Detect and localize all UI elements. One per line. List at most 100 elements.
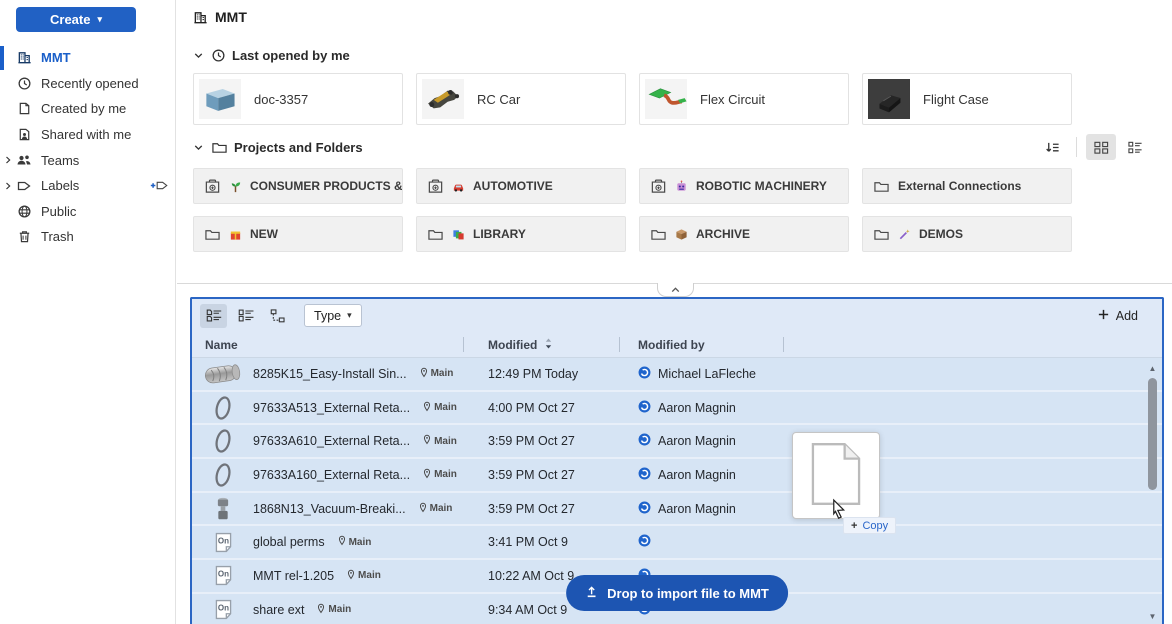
branch-label: Main <box>358 570 381 581</box>
chevron-down-icon[interactable] <box>192 141 205 154</box>
add-label-button[interactable] <box>149 179 169 192</box>
sort-arrows-icon[interactable] <box>544 337 553 353</box>
recent-doc-card[interactable]: doc-3357 <box>193 73 403 125</box>
doc-card-name: RC Car <box>477 92 520 107</box>
branch-label: Main <box>431 368 454 379</box>
sidebar-item-created-by-me[interactable]: Created by me <box>0 96 175 122</box>
grid-view-button[interactable] <box>1086 134 1116 160</box>
globe-icon <box>15 204 33 219</box>
onshape-doc-thumbnail: On <box>202 532 244 553</box>
sidebar-item-mmt[interactable]: MMT <box>0 45 175 71</box>
folder-card-external-connections[interactable]: External Connections <box>862 168 1072 204</box>
scroll-down-arrow[interactable]: ▼ <box>1146 611 1159 623</box>
doc-list-view-button[interactable] <box>200 304 227 328</box>
folder-card-name: ARCHIVE <box>696 227 750 241</box>
folder-card-name: DEMOS <box>919 227 963 241</box>
trash-icon <box>15 229 33 244</box>
list-view-button[interactable] <box>1120 134 1150 160</box>
modified-by-cell: Aaron Magnin <box>620 392 784 424</box>
svg-text:On: On <box>217 536 228 545</box>
gift-icon <box>229 228 242 241</box>
modified-by-cell: Michael LaFleche <box>620 358 784 390</box>
branch-label: Main <box>434 436 457 447</box>
coupling-thumbnail <box>202 360 244 388</box>
detail-list-view-button[interactable] <box>232 304 259 328</box>
upload-icon <box>585 585 598 601</box>
modified-cell: 3:59 PM Oct 27 <box>464 425 620 457</box>
main-content: MMT Last opened by me doc-3357 RC Car Fl… <box>177 0 1172 624</box>
folder-card-name: LIBRARY <box>473 227 526 241</box>
folder-card-archive[interactable]: ARCHIVE <box>639 216 849 252</box>
column-header-modified-by[interactable]: Modified by <box>620 337 784 352</box>
table-row[interactable]: 97633A610_External Reta... Main 3:59 PM … <box>192 425 1162 459</box>
column-header-name[interactable]: Name <box>192 337 464 352</box>
project-icon <box>427 178 444 195</box>
collapse-panel-button[interactable] <box>657 283 694 297</box>
table-row[interactable]: On global perms Main 3:41 PM Oct 9 <box>192 526 1162 560</box>
folder-icon <box>211 140 228 155</box>
chevron-down-icon[interactable] <box>192 49 205 62</box>
retaining-ring-thumbnail <box>202 394 244 422</box>
table-scrollbar[interactable]: ▲ ▼ <box>1146 361 1159 624</box>
sidebar-item-shared-with-me[interactable]: Shared with me <box>0 122 175 148</box>
view-controls <box>1037 134 1150 160</box>
seedling-icon <box>229 180 242 193</box>
sidebar: Create ▾ MMT Recently opened Created by … <box>0 0 176 624</box>
sidebar-item-labels[interactable]: Labels <box>0 173 175 199</box>
chevron-right-icon[interactable] <box>2 154 14 166</box>
location-pin-icon <box>419 502 427 516</box>
table-row[interactable]: 1868N13_Vacuum-Breaki... Main 3:59 PM Oc… <box>192 493 1162 527</box>
folder-card-demos[interactable]: DEMOS <box>862 216 1072 252</box>
type-filter-dropdown[interactable]: Type ▾ <box>304 304 362 327</box>
document-table-panel: Type ▾ Add Name Modified Modifie <box>190 297 1164 624</box>
modified-by-cell: Aaron Magnin <box>620 493 784 525</box>
project-card-consumer-products-re[interactable]: CONSUMER PRODUCTS & RE... <box>193 168 403 204</box>
sort-button[interactable] <box>1037 134 1067 160</box>
document-name: global perms <box>253 535 325 549</box>
project-card-robotic-machinery[interactable]: ROBOTIC MACHINERY <box>639 168 849 204</box>
recent-docs-grid: doc-3357 RC Car Flex Circuit Flight Case <box>193 73 1072 125</box>
projects-section-header[interactable]: Projects and Folders <box>192 137 363 157</box>
scroll-up-arrow[interactable]: ▲ <box>1146 363 1159 375</box>
tree-view-button[interactable] <box>264 304 291 328</box>
scrollbar-thumb[interactable] <box>1148 378 1157 490</box>
add-button[interactable]: Add <box>1097 308 1138 324</box>
building-icon <box>15 50 33 65</box>
sidebar-item-trash[interactable]: Trash <box>0 224 175 250</box>
folder-card-library[interactable]: LIBRARY <box>416 216 626 252</box>
flight-case-thumbnail <box>868 79 910 119</box>
folder-card-new[interactable]: NEW <box>193 216 403 252</box>
flex-circuit-thumbnail <box>645 79 687 119</box>
table-row[interactable]: 8285K15_Easy-Install Sin... Main 12:49 P… <box>192 358 1162 392</box>
doc-card-name: Flex Circuit <box>700 92 765 107</box>
branch-label: Main <box>430 503 453 514</box>
sidebar-nav: MMT Recently opened Created by me Shared… <box>0 45 175 250</box>
user-name: Aaron Magnin <box>658 401 736 415</box>
location-pin-icon <box>423 434 431 448</box>
recent-section-header[interactable]: Last opened by me <box>192 45 350 65</box>
avatar-icon <box>638 467 651 483</box>
folder-card-name: External Connections <box>898 179 1021 193</box>
modified-cell: 4:00 PM Oct 27 <box>464 392 620 424</box>
column-header-modified[interactable]: Modified <box>464 337 620 352</box>
onshape-doc-thumbnail: On <box>202 599 244 620</box>
branch-label: Main <box>349 537 372 548</box>
building-icon <box>193 10 208 25</box>
sidebar-item-public[interactable]: Public <box>0 199 175 225</box>
chevron-right-icon[interactable] <box>2 180 14 192</box>
recent-doc-card[interactable]: RC Car <box>416 73 626 125</box>
create-button[interactable]: Create ▾ <box>16 7 136 32</box>
copy-label: Copy <box>862 520 888 532</box>
sidebar-item-recently-opened[interactable]: Recently opened <box>0 71 175 97</box>
project-card-automotive[interactable]: AUTOMOTIVE <box>416 168 626 204</box>
package-icon <box>675 228 688 241</box>
document-name: 97633A610_External Reta... <box>253 434 410 448</box>
table-row[interactable]: 97633A513_External Reta... Main 4:00 PM … <box>192 392 1162 426</box>
table-row[interactable]: 97633A160_External Reta... Main 3:59 PM … <box>192 459 1162 493</box>
drop-import-button[interactable]: Drop to import file to MMT <box>566 575 788 611</box>
sidebar-item-teams[interactable]: Teams <box>0 147 175 173</box>
recent-doc-card[interactable]: Flex Circuit <box>639 73 849 125</box>
create-button-label: Create <box>50 12 90 27</box>
recent-doc-card[interactable]: Flight Case <box>862 73 1072 125</box>
car-icon <box>452 180 465 193</box>
